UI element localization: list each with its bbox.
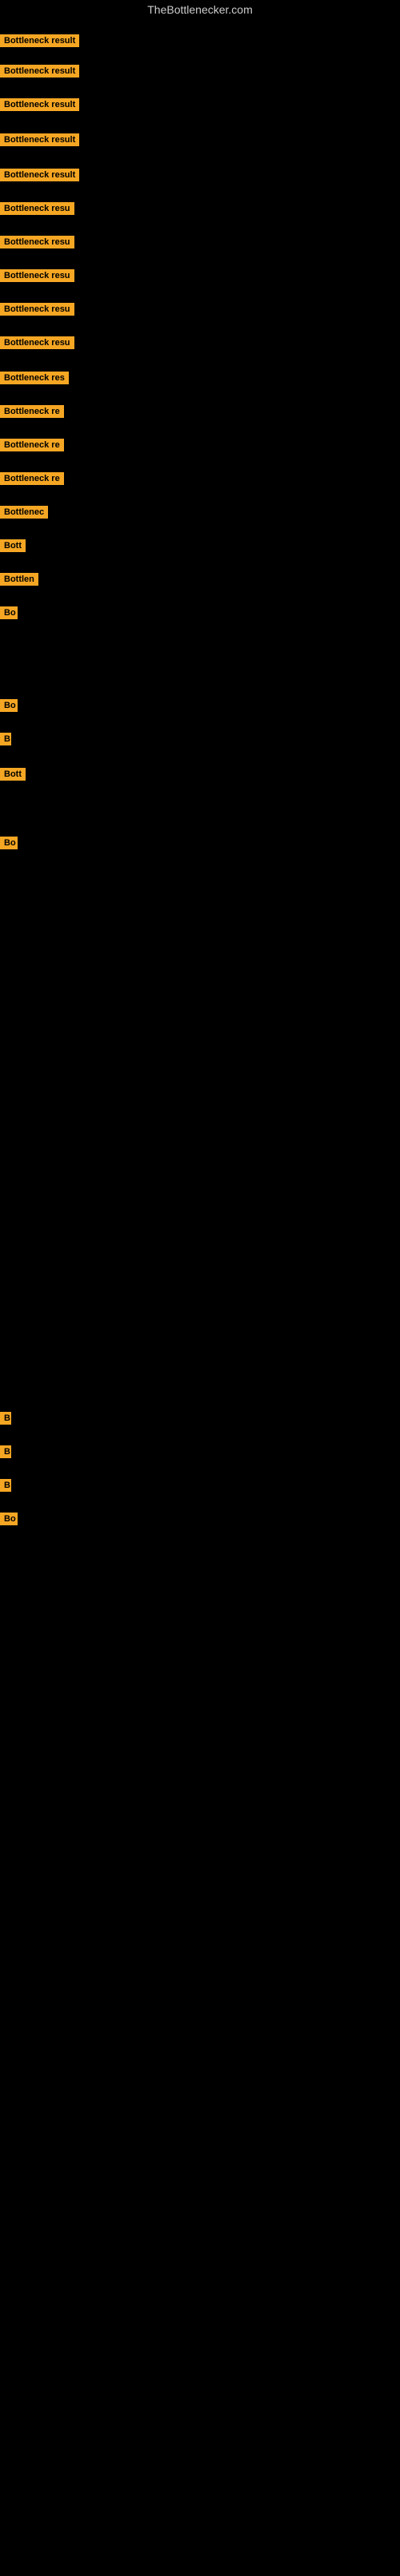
bottleneck-badge: Bottleneck resu (0, 236, 74, 248)
bottleneck-badge: Bottlenec (0, 506, 48, 519)
bottleneck-badge: Bottleneck result (0, 98, 79, 111)
bottleneck-badge: Bo (0, 837, 18, 849)
bottleneck-badge: Bottleneck result (0, 34, 79, 47)
bottleneck-badge: Bottlen (0, 573, 38, 586)
bottleneck-badge: Bottleneck result (0, 65, 79, 78)
bottleneck-badge: Bottleneck re (0, 472, 64, 485)
bottleneck-badge: B (0, 1412, 11, 1425)
bottleneck-badge: Bottleneck resu (0, 336, 74, 349)
bottleneck-badge: Bottleneck resu (0, 269, 74, 282)
bottleneck-badge: B (0, 733, 11, 745)
bottleneck-badge: B (0, 1445, 11, 1458)
bottleneck-badge: Bott (0, 539, 26, 552)
bottleneck-badge: Bottleneck re (0, 439, 64, 451)
bottleneck-badge: Bo (0, 1513, 18, 1525)
bottleneck-badge: Bottleneck res (0, 372, 69, 384)
bottleneck-badge: Bottleneck resu (0, 303, 74, 316)
bottleneck-badge: B (0, 1479, 11, 1492)
bottleneck-badge: Bott (0, 768, 26, 781)
bottleneck-badge: Bo (0, 606, 18, 619)
bottleneck-badge: Bo (0, 699, 18, 712)
bottleneck-badge: Bottleneck re (0, 405, 64, 418)
bottleneck-badge: Bottleneck result (0, 169, 79, 181)
bottleneck-badge: Bottleneck resu (0, 202, 74, 215)
bottleneck-badge: Bottleneck result (0, 133, 79, 146)
site-title: TheBottlenecker.com (0, 0, 400, 19)
